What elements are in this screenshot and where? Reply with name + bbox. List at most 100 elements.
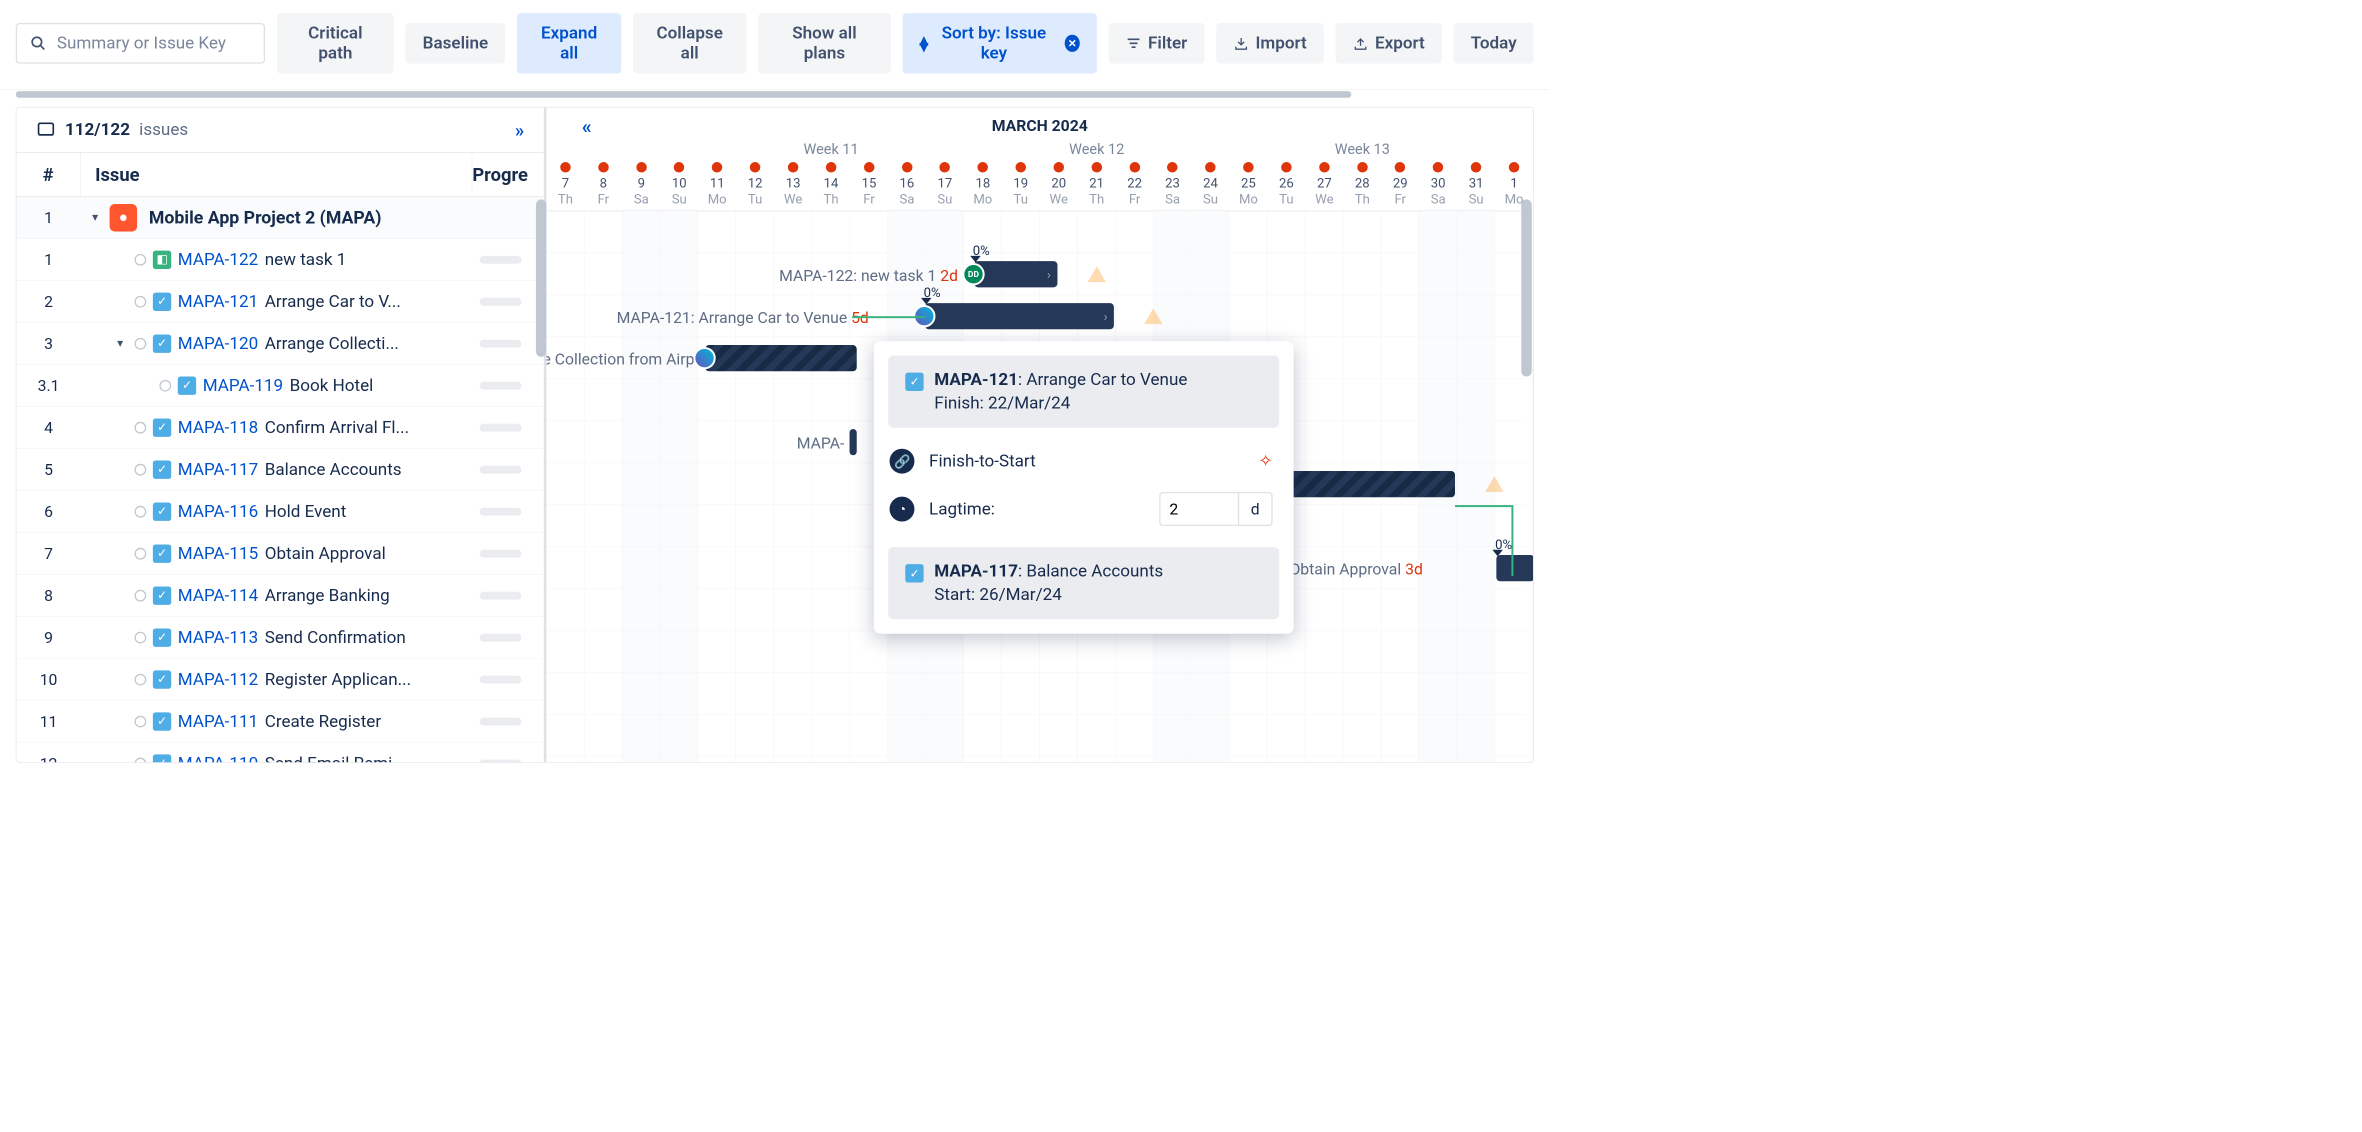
holiday-dot-icon — [826, 162, 836, 172]
progress-bar — [480, 759, 522, 763]
scroll-left-icon[interactable]: « — [582, 115, 592, 138]
holiday-dot-icon — [1357, 162, 1367, 172]
gantt-bar[interactable]: 0% — [1266, 471, 1455, 497]
issue-title: Register Applican... — [265, 669, 411, 689]
table-row[interactable]: 10✓MAPA-112Register Applican... — [16, 659, 543, 701]
left-vscroll-thumb[interactable] — [536, 199, 546, 356]
unlink-icon[interactable]: ✧ — [1258, 451, 1272, 471]
status-circle-icon — [134, 547, 146, 559]
clear-sort-icon[interactable]: ✕ — [1065, 35, 1080, 52]
expand-all-button[interactable]: Expand all — [517, 13, 621, 73]
task-type-icon: ✓ — [178, 376, 196, 394]
chevron-right-icon: › — [1047, 266, 1051, 282]
sort-button[interactable]: ▴▾ Sort by: Issue key ✕ — [903, 13, 1097, 73]
timeline-day: 16Sa — [888, 162, 926, 211]
critical-path-button[interactable]: Critical path — [277, 13, 394, 73]
expand-caret-icon[interactable]: ▾ — [87, 211, 103, 225]
collapse-panel-icon[interactable]: » — [515, 119, 524, 141]
table-row[interactable]: 12✓MAPA-110Send Email Remi — [16, 743, 543, 763]
task-type-icon: ✓ — [905, 564, 923, 582]
gantt-bar[interactable] — [849, 429, 857, 455]
timeline-day: 19Tu — [1002, 162, 1040, 211]
progress-cell — [472, 759, 544, 763]
status-circle-icon — [134, 757, 146, 763]
issue-key[interactable]: MAPA-115 — [178, 543, 258, 563]
export-button[interactable]: Export — [1336, 23, 1442, 64]
status-circle-icon — [134, 505, 146, 517]
import-button[interactable]: Import — [1216, 23, 1324, 64]
status-circle-icon — [159, 379, 171, 391]
progress-cell — [472, 591, 544, 599]
holiday-dot-icon — [674, 162, 684, 172]
issue-key[interactable]: MAPA-113 — [178, 627, 258, 647]
status-circle-icon — [134, 715, 146, 727]
search-input[interactable] — [57, 33, 251, 53]
timeline-day: 8Fr — [584, 162, 622, 211]
issue-title: Obtain Approval — [265, 543, 386, 563]
gantt-bar[interactable]: 0%› — [925, 303, 1114, 329]
issue-key[interactable]: MAPA-116 — [178, 502, 258, 522]
table-row[interactable]: 7✓MAPA-115Obtain Approval — [16, 533, 543, 575]
issue-key[interactable]: MAPA-110 — [178, 753, 258, 763]
row-number: 1 — [16, 250, 80, 268]
table-row[interactable]: 5✓MAPA-117Balance Accounts — [16, 449, 543, 491]
today-button[interactable]: Today — [1454, 23, 1534, 64]
lagtime-unit[interactable]: d — [1238, 492, 1273, 526]
table-row[interactable]: 3.1✓MAPA-119Book Hotel — [16, 365, 543, 407]
issue-key[interactable]: MAPA-121 — [178, 292, 258, 312]
progress-cell — [472, 465, 544, 473]
issue-key[interactable]: MAPA-118 — [178, 418, 258, 438]
issue-key[interactable]: MAPA-120 — [178, 334, 258, 354]
table-row[interactable]: 11✓MAPA-111Create Register — [16, 701, 543, 743]
task-type-icon: ✓ — [905, 373, 923, 391]
issue-key[interactable]: MAPA-119 — [203, 376, 283, 396]
baseline-button[interactable]: Baseline — [406, 23, 506, 64]
gantt-bar[interactable]: 0% — [1496, 555, 1533, 581]
table-row[interactable]: 9✓MAPA-113Send Confirmation — [16, 617, 543, 659]
issue-title: Book Hotel — [290, 376, 374, 396]
toolbar-hscroll[interactable] — [16, 90, 1534, 99]
search-input-wrap[interactable] — [16, 23, 265, 64]
table-row[interactable]: 1◧MAPA-122new task 1 — [16, 239, 543, 281]
progress-bar — [480, 465, 522, 473]
lagtime-input[interactable] — [1159, 492, 1238, 526]
row-number: 7 — [16, 544, 80, 562]
table-row[interactable]: 2✓MAPA-121Arrange Car to V... — [16, 281, 543, 323]
issue-title: Confirm Arrival Fl... — [265, 418, 409, 438]
issue-key[interactable]: MAPA-111 — [178, 711, 258, 731]
issue-key[interactable]: MAPA-112 — [178, 669, 258, 689]
table-row[interactable]: 3▾✓MAPA-120Arrange Collecti... — [16, 323, 543, 365]
table-row[interactable]: 1▾Mobile App Project 2 (MAPA) — [16, 197, 543, 239]
holiday-dot-icon — [1281, 162, 1291, 172]
table-row[interactable]: 4✓MAPA-118Confirm Arrival Fl... — [16, 407, 543, 449]
task-type-icon: ✓ — [153, 460, 171, 478]
popover-target-card[interactable]: ✓ MAPA-117: Balance Accounts Start: 26/M… — [888, 547, 1279, 619]
timeline-month: MARCH 2024 — [546, 108, 1533, 139]
progress-bar — [480, 381, 522, 389]
issue-key[interactable]: MAPA-117 — [178, 460, 258, 480]
holiday-dot-icon — [1395, 162, 1405, 172]
table-row[interactable]: 8✓MAPA-114Arrange Banking — [16, 575, 543, 617]
expand-caret-icon[interactable]: ▾ — [112, 337, 128, 351]
show-all-plans-button[interactable]: Show all plans — [758, 13, 891, 73]
hscroll-thumb[interactable] — [16, 91, 1352, 98]
column-header-issue: Issue — [81, 153, 472, 196]
right-vscroll-thumb[interactable] — [1521, 199, 1531, 376]
progress-cell — [472, 381, 544, 389]
status-circle-icon — [134, 631, 146, 643]
gantt-marker-icon — [970, 256, 980, 263]
collapse-all-button[interactable]: Collapse all — [633, 13, 746, 73]
gantt-bar[interactable]: 0%DD› — [974, 261, 1057, 287]
issue-key[interactable]: MAPA-122 — [178, 250, 258, 270]
avatar: DD — [962, 263, 984, 285]
table-row[interactable]: 6✓MAPA-116Hold Event — [16, 491, 543, 533]
issue-key[interactable]: MAPA-114 — [178, 585, 258, 605]
timeline-day: 14Th — [812, 162, 850, 211]
gantt-bar[interactable] — [705, 345, 856, 371]
popover-source-card[interactable]: ✓ MAPA-121: Arrange Car to Venue Finish:… — [888, 356, 1279, 428]
progress-bar — [480, 507, 522, 515]
timeline-day: 27We — [1305, 162, 1343, 211]
filter-button[interactable]: Filter — [1109, 23, 1205, 64]
avatar — [694, 347, 716, 369]
progress-cell — [472, 717, 544, 725]
